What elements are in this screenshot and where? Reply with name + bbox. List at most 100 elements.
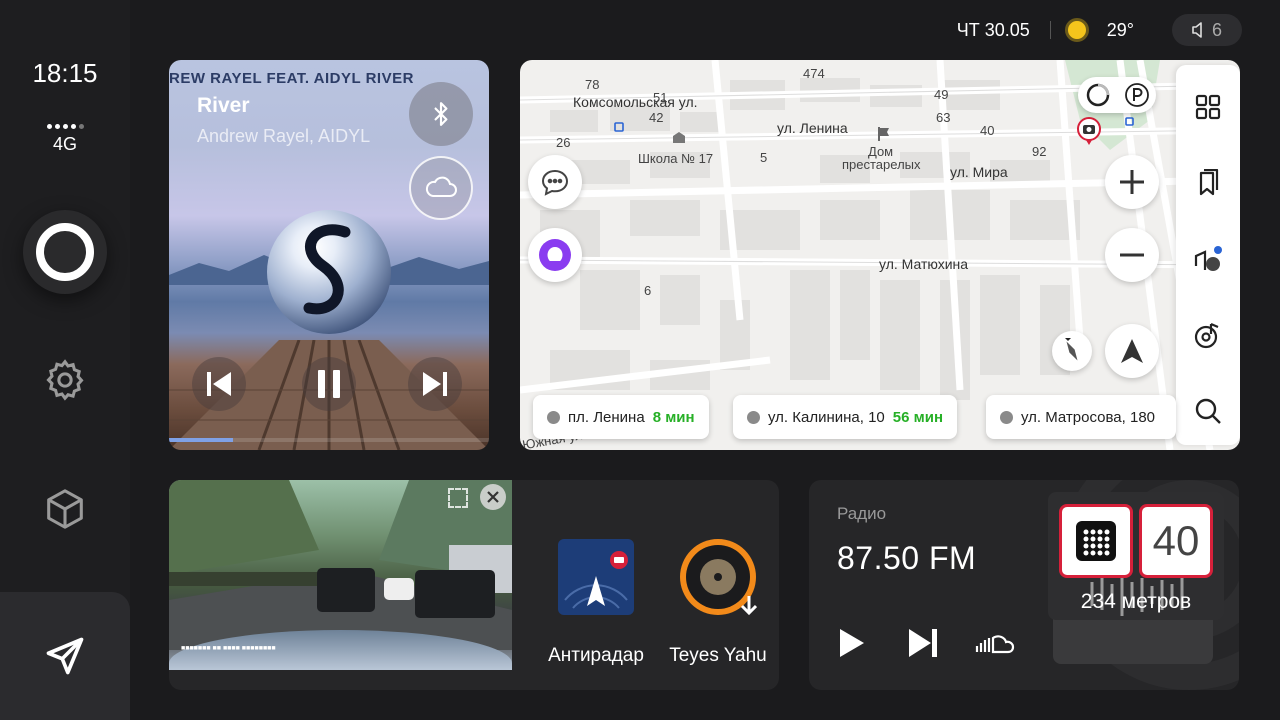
cube-icon [47,489,83,529]
map-house-number: 49 [934,87,949,102]
speed-limit-value: 40 [1152,517,1200,564]
speed-limit-sign: 40 [1139,504,1213,578]
previous-button[interactable] [192,357,246,411]
status-bar: ЧТ 30.05 29° 6 [957,14,1242,46]
next-icon [423,372,447,396]
zoom-in-button[interactable] [1105,155,1159,209]
radio-frequency: 87.50 FM [837,540,977,576]
dashcam-overlay: ■■■■■■■ ■■ ■■■■ ■■■■■■■■ [181,645,276,652]
app-label: Teyes Yahu [669,645,767,666]
compass-button[interactable] [1052,331,1092,371]
map-street-label: ул. Ленина [777,120,848,136]
my-location-button[interactable] [1105,324,1159,378]
track-title: River [197,94,250,117]
speaker-icon [1192,22,1202,38]
pause-icon [318,370,340,398]
dashcam-car [317,568,375,612]
camera-report-icon [1194,246,1222,271]
fullscreen-icon[interactable] [448,488,468,508]
map-widget[interactable]: Комсомольская ул. ул. Ленина ул. Мира ул… [520,60,1240,450]
close-icon [487,491,499,503]
bluetooth-icon [434,102,448,126]
sun-icon [1064,18,1089,42]
volume-button[interactable]: 6 [1172,14,1242,46]
music-service-button[interactable] [1186,313,1230,357]
speed-camera-icon [1077,117,1101,145]
navigation-tab[interactable] [0,592,130,720]
map-street-label: ул. Матюхина [879,256,969,272]
route-eta: 8 мин [652,408,695,426]
route-eta: 56 мин [892,408,944,426]
map-house-number: 78 [585,77,600,92]
speed-camera-icon [1076,521,1116,561]
navigation-arrow-icon [46,637,84,675]
sidebar: 18:15 4G [0,0,130,720]
settings-button[interactable] [40,355,90,405]
school-icon [673,132,685,143]
route-destination: ул. Матросова, 180 [1021,408,1156,426]
location-arrow-icon [1121,339,1143,363]
map-poi-label: престарелых [842,157,921,172]
map-street-label: Комсомольская ул. [573,94,698,110]
menu-grid-button[interactable] [1186,85,1230,129]
cloud-icon [425,176,457,197]
temperature: 29° [1106,19,1134,40]
map-house-number: 42 [649,110,664,125]
cellular-status: 4G [0,124,130,155]
clock-icon [547,410,560,424]
apps-card: ■■■■■■■ ■■ ■■■■ ■■■■■■■■ Антирадар Teyes… [169,480,779,690]
soundcloud-button[interactable] [973,623,1017,663]
flag-icon [878,127,889,141]
zoom-out-button[interactable] [1105,228,1159,282]
map-house-number: 40 [980,123,995,138]
map-house-number: 6 [644,283,652,298]
clock: 18:15 [32,58,98,88]
next-button[interactable] [408,357,462,411]
grid-icon [1195,94,1221,120]
route-suggestion[interactable]: пл. Ленина 8 мин [533,395,709,439]
signal-strength-icon [0,124,130,129]
network-type: 4G [52,134,77,154]
cloud-button[interactable] [409,156,473,220]
clock-icon [1000,410,1013,424]
map-house-number: 474 [803,66,825,81]
chat-icon [541,169,569,196]
divider [1049,21,1051,39]
road-events-button[interactable] [1186,237,1230,281]
messages-button[interactable] [528,155,582,209]
route-suggestion[interactable]: ул. Калинина, 10 56 мин [733,395,958,439]
apps-button[interactable] [40,484,90,534]
track-progress-bar[interactable] [169,438,489,442]
alice-button[interactable] [528,228,582,282]
play-icon [840,629,864,657]
assistant-icon [36,223,94,281]
radio-next-button[interactable] [903,623,943,663]
date: ЧТ 30.05 [956,19,1030,40]
parking-icon [1124,83,1149,107]
soundcloud-icon [975,635,1015,654]
app-antiradar[interactable]: Антирадар [541,538,651,667]
app-teyes-yahu[interactable]: Teyes Yahu [663,538,773,667]
music-icon [1194,322,1219,349]
close-button[interactable] [480,484,506,510]
map-search-button[interactable] [1186,389,1230,433]
voice-assistant-button[interactable] [23,210,107,294]
radio-play-button[interactable] [831,623,871,663]
bookmark-icon [1199,169,1219,196]
map-layers-pill[interactable] [1078,77,1156,113]
speed-camera-warning: 40 234 метров [1048,492,1224,620]
map-house-number: 63 [936,110,951,125]
bookmarks-button[interactable] [1186,161,1230,205]
dashcam-preview[interactable]: ■■■■■■■ ■■ ■■■■ ■■■■■■■■ [169,480,512,670]
route-suggestion[interactable]: ул. Матросова, 180 [986,395,1176,439]
radar-icon [558,539,634,615]
bluetooth-button[interactable] [409,82,473,146]
music-player-card[interactable]: REW RAYEL FEAT. AIDYL RIVER River Andrew… [169,60,489,450]
next-icon [909,629,937,657]
minus-icon [1120,253,1144,257]
camera-distance: 234 метров [1080,590,1192,613]
alice-icon [539,239,571,271]
compass-icon [1065,338,1078,361]
gear-icon [46,359,84,401]
pause-button[interactable] [302,357,356,411]
